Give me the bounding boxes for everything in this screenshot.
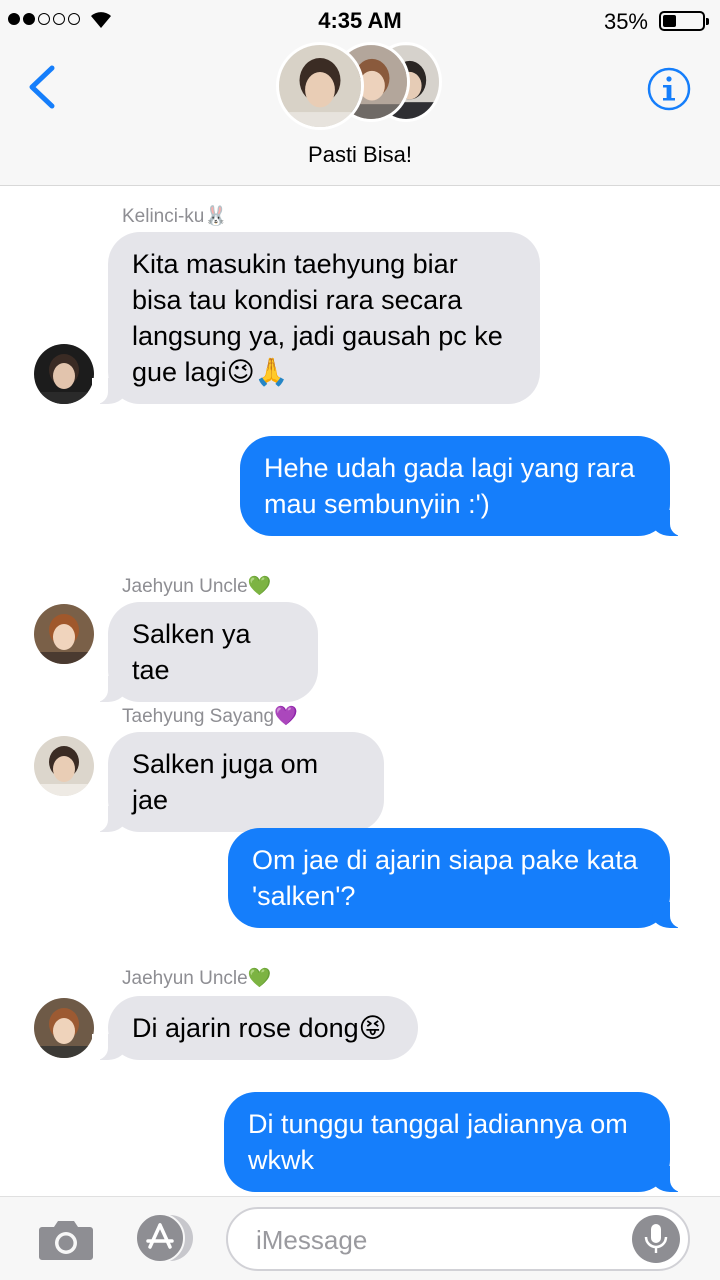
battery-icon	[659, 11, 709, 31]
avatar[interactable]	[34, 344, 94, 404]
sender-name: Jaehyun Uncle💚	[122, 576, 272, 597]
incoming-message-bubble[interactable]: Kita masukin taehyung biar bisa tau kond…	[92, 232, 540, 404]
outgoing-message-bubble[interactable]: Om jae di ajarin siapa pake kata 'salken…	[228, 828, 686, 928]
conversation-header: Pasti Bisa!	[0, 42, 720, 186]
message-list[interactable]: Kelinci-ku🐰 Kita masukin taehyung biar b…	[0, 186, 720, 1196]
battery-percentage: 35%	[603, 9, 648, 34]
sender-name: Kelinci-ku🐰	[122, 206, 229, 227]
avatar[interactable]	[34, 604, 94, 664]
info-circle-icon[interactable]	[646, 66, 692, 112]
status-bar: 4:35 AM 35%	[0, 0, 720, 42]
sender-name: Jaehyun Uncle💚	[122, 968, 272, 989]
outgoing-message-bubble[interactable]: Di tunggu tanggal jadiannya om wkwk	[224, 1092, 686, 1192]
microphone-icon[interactable]	[632, 1215, 680, 1263]
incoming-message-bubble[interactable]: Di ajarin rose dong😝	[92, 996, 418, 1060]
message-input[interactable]: iMessage	[226, 1207, 690, 1271]
app-store-icon[interactable]	[130, 1213, 198, 1263]
incoming-message-bubble[interactable]: Salken ya tae	[92, 602, 318, 702]
outgoing-message-bubble[interactable]: Hehe udah gada lagi yang rara mau sembun…	[240, 436, 686, 536]
avatar[interactable]	[34, 736, 94, 796]
group-avatars[interactable]	[276, 42, 446, 130]
group-avatar-1	[276, 42, 364, 130]
sender-name: Taehyung Sayang💜	[122, 706, 298, 727]
incoming-message-bubble[interactable]: Salken juga om jae	[92, 732, 384, 832]
chevron-left-icon[interactable]	[24, 62, 60, 112]
message-input-placeholder: iMessage	[256, 1225, 368, 1255]
conversation-title[interactable]: Pasti Bisa!	[0, 142, 720, 168]
avatar[interactable]	[34, 998, 94, 1058]
compose-bar: iMessage	[0, 1196, 720, 1280]
camera-icon[interactable]	[38, 1217, 94, 1261]
